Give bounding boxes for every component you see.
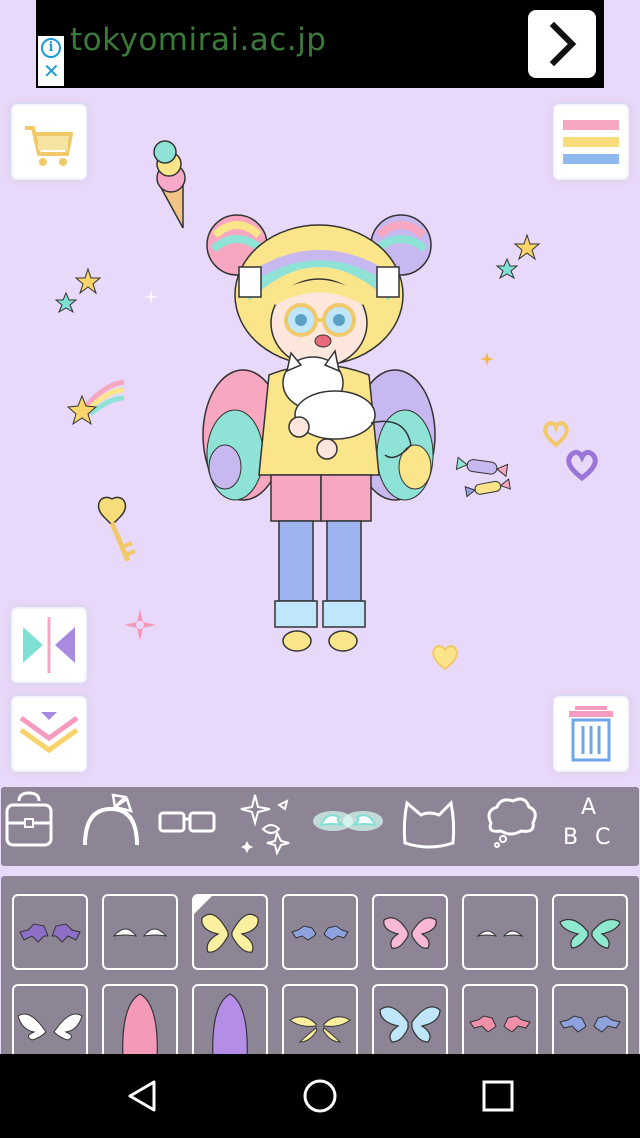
stars-right-icon [495, 233, 541, 280]
navigation-bar [0, 1054, 640, 1138]
item-white-tiny-wings[interactable] [462, 894, 538, 970]
item-grid [1, 876, 639, 1054]
thought-bubble-icon [487, 797, 537, 848]
category-text[interactable]: A B C [561, 791, 621, 863]
category-cat-ears[interactable] [401, 787, 473, 866]
ice-cream-icon [153, 140, 186, 229]
candy-icon [455, 456, 511, 498]
chevron-right-icon [549, 21, 577, 67]
back-icon[interactable] [124, 1076, 164, 1116]
category-glasses[interactable] [157, 787, 229, 866]
butterfly-wings-icon [379, 1006, 441, 1043]
menu-button[interactable] [555, 106, 627, 178]
category-wings[interactable] [313, 787, 385, 866]
ad-banner[interactable]: i ✕ tokyomirai.ac.jp [36, 0, 604, 88]
bag-icon [5, 791, 53, 847]
butterfly-wings-icon [559, 919, 621, 949]
category-thought-bubble[interactable] [481, 787, 553, 866]
sparkle-pink-icon [124, 609, 156, 641]
heart-yellow-icon [543, 421, 569, 448]
butterfly-wings-icon [201, 913, 259, 953]
item-white-small-wings[interactable] [102, 894, 178, 970]
item-yellow-butterfly-wings[interactable] [192, 894, 268, 970]
character-avatar[interactable] [195, 205, 445, 655]
home-icon[interactable] [300, 1076, 340, 1116]
item-mint-butterfly-wings[interactable] [552, 894, 628, 970]
wings-icon [313, 811, 383, 831]
close-icon[interactable]: ✕ [43, 60, 60, 82]
cape-icon [122, 993, 158, 1054]
collapse-button[interactable] [13, 698, 85, 770]
category-bar: A B C [1, 787, 639, 866]
menu-icon [563, 120, 619, 164]
sparkles-icon [240, 794, 290, 856]
recents-icon[interactable] [478, 1076, 518, 1116]
ad-url[interactable]: tokyomirai.ac.jp [70, 22, 326, 58]
cart-icon [25, 126, 73, 166]
ad-info-box[interactable]: i ✕ [38, 36, 64, 86]
item-blue-bat-wings-2[interactable] [552, 984, 628, 1054]
bat-wings-icon [291, 925, 349, 941]
abc-icon-b: B [563, 825, 579, 850]
small-wings-icon [476, 930, 524, 937]
sparkle-icon [143, 289, 159, 305]
abc-icon-a: A [581, 795, 597, 820]
bat-wings-icon [19, 923, 81, 943]
bat-wings-icon [559, 1015, 621, 1033]
chevron-down-icon [19, 712, 79, 754]
item-pink-butterfly-wings[interactable] [372, 894, 448, 970]
flip-icon [23, 617, 75, 673]
item-yellow-petal-wings[interactable] [282, 984, 358, 1054]
abc-icon-c: C [595, 825, 611, 850]
info-icon[interactable]: i [41, 38, 61, 58]
item-light-blue-butterfly-wings[interactable] [372, 984, 448, 1054]
glasses-icon [158, 811, 216, 833]
heart-purple-icon [566, 449, 598, 482]
item-purple-cape[interactable] [192, 984, 268, 1054]
diamond-sparkle-icon [480, 352, 494, 366]
category-headband[interactable] [79, 787, 151, 866]
cape-icon [212, 993, 248, 1054]
butterfly-wings-icon [383, 917, 437, 949]
headband-icon [83, 793, 139, 846]
delete-button[interactable] [555, 698, 627, 770]
item-blue-bat-wings[interactable] [282, 894, 358, 970]
stars-icon [54, 267, 102, 314]
shooting-star-icon [66, 379, 125, 426]
angel-wings-icon [17, 1013, 83, 1041]
category-sparkles[interactable] [237, 787, 309, 866]
item-white-angel-wings[interactable] [12, 984, 88, 1054]
item-pink-cape[interactable] [102, 984, 178, 1054]
category-bag[interactable] [1, 787, 73, 866]
trash-icon [569, 706, 613, 762]
cat-ears-icon [402, 799, 456, 849]
bat-wings-icon [469, 1015, 531, 1033]
petal-wings-icon [289, 1016, 351, 1043]
flip-button[interactable] [13, 609, 85, 681]
small-wings-icon [112, 928, 168, 937]
key-icon [97, 496, 136, 562]
shop-button[interactable] [13, 106, 85, 178]
item-purple-bat-wings[interactable] [12, 894, 88, 970]
item-pink-bat-wings[interactable] [462, 984, 538, 1054]
ad-open-button[interactable] [528, 10, 596, 78]
